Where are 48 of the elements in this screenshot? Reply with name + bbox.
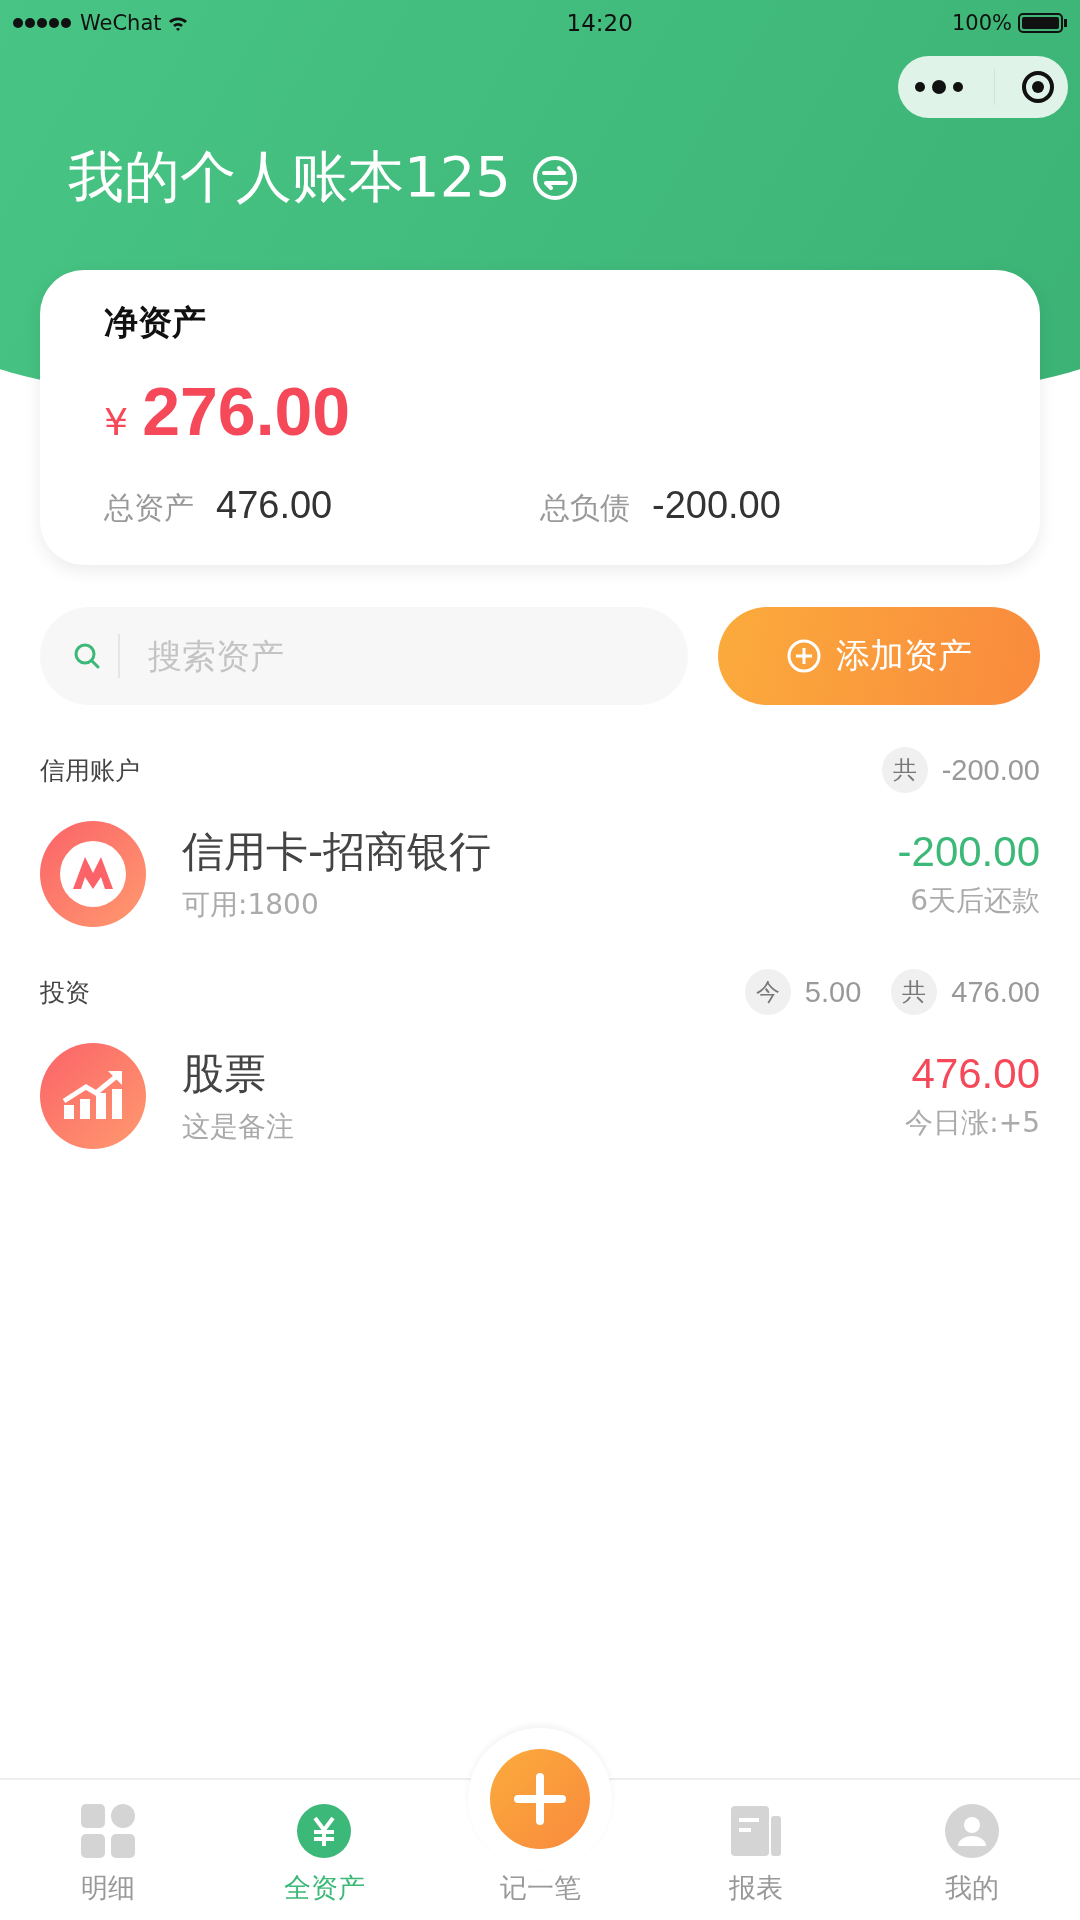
account-amount: 476.00: [911, 1050, 1040, 1098]
plus-circle-icon: [786, 638, 822, 674]
total-liabilities-value: -200.00: [652, 484, 781, 527]
search-icon: [72, 641, 102, 671]
tab-item[interactable]: 记一笔: [432, 1728, 648, 1920]
tab-item[interactable]: 全资产: [216, 1780, 432, 1920]
section-title: 信用账户: [40, 754, 140, 787]
tab-item[interactable]: 明细: [0, 1780, 216, 1920]
total-liabilities-label: 总负债: [540, 489, 630, 527]
signal-icon: [12, 17, 74, 29]
battery-level: 100%: [951, 11, 1012, 35]
net-assets-value: 276.00: [142, 372, 351, 450]
user-icon: [945, 1804, 999, 1858]
account-subtext: 今日涨:+5: [905, 1105, 1040, 1141]
account-note: 可用:1800: [182, 887, 320, 923]
account-name: 信用卡-招商银行: [182, 826, 493, 878]
account-name: 股票: [182, 1048, 267, 1100]
switch-icon[interactable]: [530, 154, 579, 202]
battery-icon: [1018, 13, 1068, 33]
yuan-icon: [297, 1804, 351, 1858]
currency-symbol: ¥: [104, 400, 129, 444]
total-assets-label: 总资产: [104, 489, 194, 527]
stock-chart-icon: [40, 1043, 146, 1149]
total-assets-value: 476.00: [216, 484, 333, 527]
tab-item[interactable]: 我的: [864, 1780, 1080, 1920]
tab-item[interactable]: 报表: [648, 1780, 864, 1920]
section-title: 投资: [40, 976, 90, 1009]
account-note: 这是备注: [182, 1109, 295, 1145]
wifi-icon: [167, 15, 188, 31]
account-row[interactable]: 信用卡-招商银行 可用:1800 -200.00 6天后还款: [40, 821, 1040, 927]
section-total: 5.00: [804, 975, 862, 1009]
section-total: 476.00: [951, 975, 1040, 1009]
account-subtext: 6天后还款: [910, 883, 1040, 919]
add-record-icon: [490, 1749, 590, 1849]
add-asset-button[interactable]: 添加资产: [718, 607, 1040, 705]
status-time: 14:20: [566, 10, 633, 36]
account-row[interactable]: 股票 这是备注 476.00 今日涨:+5: [40, 1043, 1040, 1149]
total-tag: 今: [744, 969, 791, 1015]
account-amount: -200.00: [897, 828, 1040, 876]
section-total: -200.00: [941, 753, 1040, 787]
book-title: 我的个人账本125: [68, 143, 511, 211]
report-icon: [729, 1804, 783, 1858]
total-tag: 共: [891, 969, 938, 1015]
total-tag: 共: [881, 747, 928, 793]
carrier-name: WeChat: [80, 11, 162, 35]
bank-logo-icon: [40, 821, 146, 927]
net-assets-label: 净资产: [104, 301, 207, 344]
grid-icon: [81, 1804, 135, 1858]
